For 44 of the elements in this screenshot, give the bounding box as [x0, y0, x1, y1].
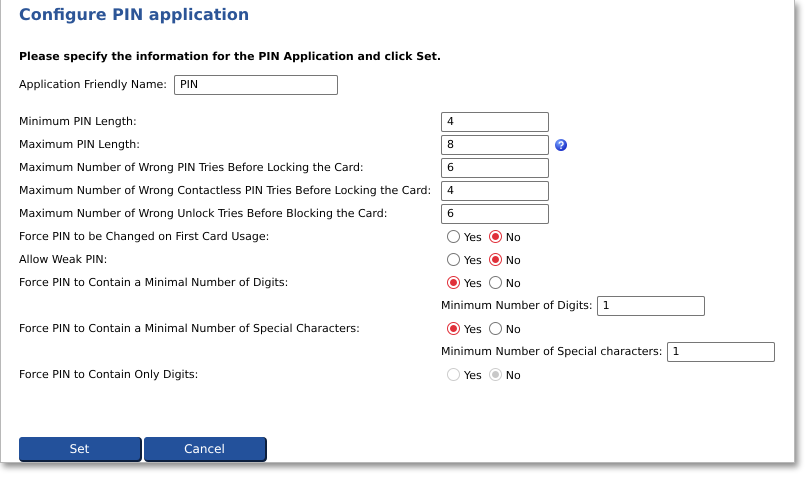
radio-label: No — [506, 323, 521, 336]
input-field[interactable]: 8 — [441, 134, 549, 154]
input-field[interactable]: 6 — [441, 204, 549, 224]
radio-button[interactable] — [447, 253, 460, 266]
set-button[interactable]: Set — [19, 437, 140, 460]
radio-button[interactable] — [488, 322, 502, 335]
radio-label: Yes — [464, 254, 482, 267]
field-label: Allow Weak PIN: — [19, 253, 108, 266]
field-label: Maximum PIN Length: — [19, 138, 140, 151]
radio-label: Yes — [464, 277, 482, 290]
input-field[interactable]: 1 — [666, 342, 774, 362]
input-field[interactable]: 4 — [441, 112, 549, 132]
radio-label: Yes — [464, 323, 482, 336]
help-icon[interactable] — [555, 138, 567, 150]
radio-button[interactable] — [447, 276, 460, 289]
field-label: Maximum Number of Wrong Unlock Tries Before Blocking the Card: — [19, 207, 388, 220]
radio-label: No — [506, 254, 521, 267]
field-label: Minimum Number of Digits: — [441, 299, 593, 312]
field-label: Force PIN to Contain a Minimal Number of Special Characters: — [19, 322, 360, 335]
input-field[interactable]: 1 — [596, 296, 705, 316]
field-label: Force PIN to be Changed on First Card Usage: — [19, 230, 270, 243]
input-field[interactable]: 6 — [441, 158, 549, 178]
radio-label: Yes — [464, 369, 482, 382]
field-label: Application Friendly Name: — [19, 78, 168, 91]
field-label: Minimum PIN Length: — [19, 115, 137, 128]
field-label: Minimum Number of Special characters: — [441, 345, 662, 358]
radio-button[interactable] — [488, 276, 502, 289]
field-label: Maximum Number of Wrong Contactless PIN Tries Before Locking the Card: — [19, 184, 432, 197]
radio-button[interactable] — [488, 230, 502, 243]
field-label: Force PIN to Contain Only Digits: — [19, 368, 198, 381]
input-field[interactable]: PIN — [174, 74, 338, 94]
page-title: Configure PIN application — [19, 4, 250, 26]
cancel-button[interactable]: Cancel — [144, 437, 265, 460]
radio-button[interactable] — [488, 253, 502, 266]
radio-label: No — [506, 369, 521, 382]
field-label: Maximum Number of Wrong PIN Tries Before Locking the Card: — [19, 161, 364, 174]
radio-button[interactable] — [447, 322, 460, 335]
radio-label: No — [506, 277, 521, 290]
field-label: Force PIN to Contain a Minimal Number of Digits: — [19, 276, 288, 289]
instruction-text: Please specify the information for the PIN Application and click Set. — [19, 50, 442, 64]
radio-button[interactable] — [447, 230, 460, 243]
radio-label: No — [506, 231, 521, 244]
input-field[interactable]: 4 — [441, 180, 549, 200]
radio-label: Yes — [464, 231, 482, 244]
